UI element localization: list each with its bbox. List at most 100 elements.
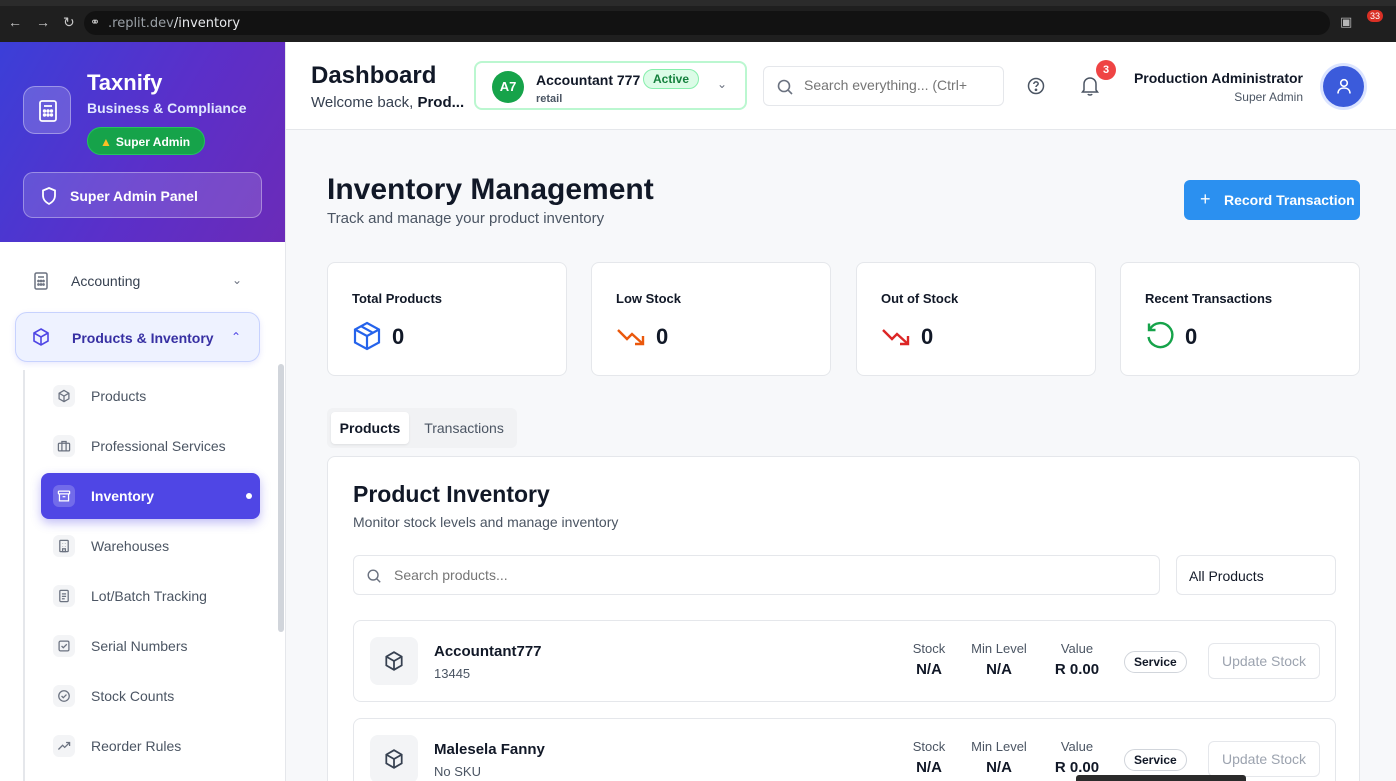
type-badge: Service [1124,749,1187,771]
product-thumbnail [370,637,418,685]
url-text: .replit.dev/inventory [108,16,241,31]
sidebar-item-products-inventory[interactable]: Products & Inventory ⌃ [15,312,260,362]
user-role: Super Admin [1234,90,1303,104]
sidebar-item-label: Products & Inventory [72,330,214,346]
sidebar-item-inventory[interactable]: Inventory [41,473,260,519]
sidebar-header: Taxnify Business & Compliance ▲ Super Adm… [0,42,285,242]
package-icon [53,385,75,407]
notification-count: 3 [1096,60,1116,80]
user-icon [1337,78,1351,94]
search-icon [367,569,381,583]
product-filter-select[interactable]: All Products ⌄ [1176,555,1336,595]
product-inventory-card: Product Inventory Monitor stock levels a… [327,456,1360,781]
stock-value: N/A [916,661,942,678]
brand-name: Taxnify [87,70,163,95]
product-sku: 13445 [434,666,471,681]
package-icon [353,321,381,351]
stat-label: Total Products [352,291,443,306]
calculator-icon [39,100,57,122]
stat-value: 0 [392,324,405,349]
search-input[interactable] [804,77,999,93]
archive-icon [53,485,75,507]
min-level-value: N/A [986,759,1012,776]
min-level-value: N/A [986,661,1012,678]
stat-label: Out of Stock [881,291,959,306]
sidebar-item-products[interactable]: Products [41,373,260,419]
tab-products[interactable]: Products [331,412,409,444]
sidebar-item-accounting[interactable]: Accounting ⌄ [15,256,260,306]
chevron-up-icon: ⌃ [230,330,241,344]
check-square-icon [53,635,75,657]
help-icon[interactable] [1027,77,1045,95]
trending-down-icon [882,329,910,346]
sidebar-item-reorder-rules[interactable]: Reorder Rules [41,723,260,769]
inventory-title: Inventory Management [327,173,654,206]
refresh-icon [1147,321,1174,349]
chevron-down-icon: ⌄ [1189,568,1200,582]
chevron-down-icon: ⌄ [716,77,727,91]
sidebar-item-label: Warehouses [91,538,170,554]
sidebar-item-professional-services[interactable]: Professional Services [41,423,260,469]
stat-label: Recent Transactions [1145,291,1273,306]
stock-column: Stock N/A [906,739,952,776]
shield-icon [42,187,56,205]
product-name: Malesela Fanny [434,741,545,758]
global-search[interactable] [763,66,1004,106]
account-avatar: A7 [492,71,524,103]
search-input[interactable] [394,567,1094,583]
user-name: Production Administrator [1133,70,1303,86]
stat-card-low-stock: Low Stock 0 [591,262,831,376]
stat-value: 0 [1185,324,1198,349]
sidebar-scrollbar[interactable] [278,364,284,632]
sidebar: Taxnify Business & Compliance ▲ Super Adm… [0,42,286,781]
inventory-subtitle: Track and manage your product inventory [327,210,605,227]
avatar[interactable] [1323,66,1364,107]
app-logo[interactable] [23,86,71,134]
building-icon [53,535,75,557]
calculator-icon [34,272,48,290]
sidebar-item-label: Lot/Batch Tracking [91,588,207,604]
sidebar-item-serial-numbers[interactable]: Serial Numbers [41,623,260,669]
stock-value: N/A [916,759,942,776]
trending-down-icon [617,329,645,346]
welcome-text: Welcome back, Prod... [311,94,465,111]
account-type: retail [536,93,563,105]
stock-column: Stock N/A [906,641,952,678]
stat-value: 0 [921,324,934,349]
reload-icon[interactable]: ↻ [63,14,75,30]
top-header: Dashboard Welcome back, Prod... A7 Accou… [286,42,1396,130]
back-icon[interactable]: ← [8,14,22,30]
sidebar-item-stock-counts[interactable]: Stock Counts [41,673,260,719]
sidebar-item-warehouses[interactable]: Warehouses [41,523,260,569]
address-bar[interactable] [84,11,1330,35]
product-search[interactable] [353,555,1160,595]
value-column: Value R 0.00 [1046,641,1108,678]
bell-icon[interactable] [1080,75,1100,97]
super-admin-panel-button[interactable]: Super Admin Panel [23,172,262,218]
update-stock-button[interactable]: Update Stock [1208,741,1320,777]
sidebar-item-label: Accounting [71,273,141,289]
tab-strip [0,0,1396,6]
sidebar-item-lot-batch-tracking[interactable]: Lot/Batch Tracking [41,573,260,619]
record-transaction-button[interactable]: + Record Transaction [1184,180,1360,220]
file-text-icon [53,585,75,607]
cast-icon[interactable]: ▣ [1340,14,1352,30]
floating-toolbar [1076,775,1246,781]
forward-icon[interactable]: → [36,14,50,30]
site-info-icon[interactable]: ⚭ [90,14,100,30]
tab-transactions[interactable]: Transactions [415,412,513,444]
account-name: Accountant 777 [536,72,641,88]
stat-value: 0 [656,324,669,349]
price-value: R 0.00 [1054,661,1100,678]
list-item: Accountant777 13445 Stock N/A Min Level … [353,620,1336,702]
update-stock-button[interactable]: Update Stock [1208,643,1320,679]
card-subtitle: Monitor stock levels and manage inventor… [353,514,619,530]
extension-badge[interactable]: 33 [1367,10,1384,22]
sidebar-item-label: Inventory [91,488,155,504]
status-badge: Active [643,69,700,89]
flame-icon: ▲ [100,135,112,149]
account-switcher[interactable]: A7 Accountant 777 Active retail ⌄ [474,61,747,110]
chevron-down-icon: ⌄ [231,273,242,287]
browser-chrome: ← → ↻ ⚭ .replit.dev/inventory ▣ 33 [0,0,1396,42]
stat-card-total-products: Total Products 0 [327,262,567,376]
